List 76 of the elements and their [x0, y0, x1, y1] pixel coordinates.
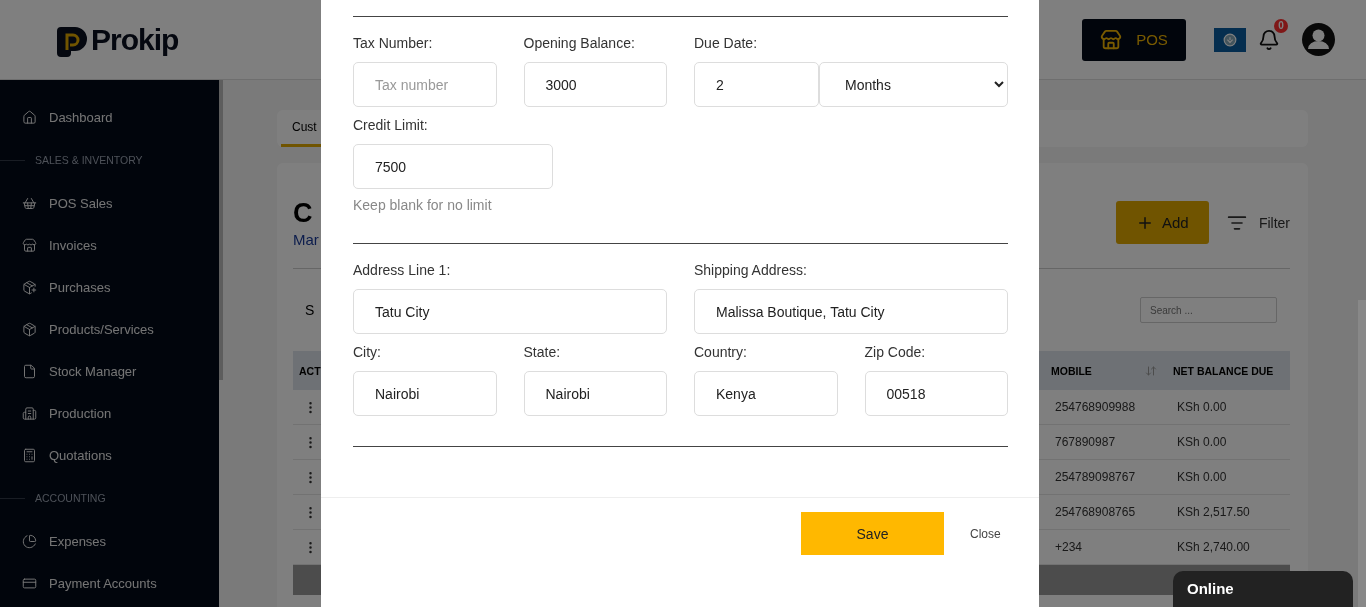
add-button[interactable]: Add — [1115, 201, 1209, 244]
sidebar-item[interactable]: Stock Manager — [0, 350, 219, 392]
field-label: Zip Code: — [864, 344, 927, 361]
table-cell: 767890987 — [1045, 425, 1167, 460]
sidebar-item[interactable]: Invoices — [0, 224, 219, 266]
menu-icon — [22, 533, 37, 549]
menu-icon — [22, 279, 37, 295]
column-title: ACT — [299, 364, 321, 377]
column-title: MOBILE — [1051, 364, 1092, 377]
table-cell: KSh 0.00 — [1167, 460, 1290, 495]
input-field[interactable]: 7500 — [353, 144, 553, 189]
sidebar-item[interactable]: POS Sales — [0, 182, 219, 224]
table-cell: KSh 0.00 — [1167, 425, 1290, 460]
input-field[interactable]: Tatu City — [353, 289, 667, 334]
sidebar-item[interactable]: Purchases — [0, 266, 219, 308]
sidebar-item[interactable]: Production — [0, 392, 219, 434]
store-icon — [1100, 28, 1123, 51]
sidebar-item[interactable]: Payment Accounts — [0, 562, 219, 604]
menu-icon — [22, 405, 37, 421]
input-field[interactable]: Tax number — [353, 62, 497, 107]
menu-icon — [22, 237, 37, 253]
chat-status-tab[interactable]: Online — [1173, 571, 1353, 607]
menu-icon — [22, 321, 37, 337]
section-heading: SALES & INVENTORY — [35, 154, 143, 166]
section-heading: ACCOUNTING — [35, 492, 106, 504]
close-button[interactable]: Close — [964, 525, 1007, 542]
input-field[interactable]: 3000 — [523, 62, 667, 107]
search-field[interactable]: Search ... — [1140, 297, 1277, 323]
page-title: C — [293, 197, 314, 229]
download-button[interactable] — [1214, 27, 1246, 52]
sort-icon — [1145, 364, 1157, 377]
filter-button[interactable]: Filter — [1220, 212, 1290, 233]
due-date-field[interactable]: 2 — [694, 62, 819, 107]
column-title: NET BALANCE DUE — [1173, 364, 1274, 377]
table-cell: 254789098767 — [1045, 460, 1167, 495]
show-label: S — [305, 302, 315, 318]
field-label: Tax Number: — [353, 35, 434, 52]
input-field[interactable]: Kenya — [694, 371, 838, 416]
sidebar-item[interactable]: Products/Services — [0, 308, 219, 350]
table-cell: KSh 0.00 — [1167, 390, 1290, 425]
column-header[interactable]: NET BALANCE DUE — [1167, 351, 1290, 390]
field-label: Country: — [694, 344, 748, 361]
table-cell: 254768908765 — [1045, 495, 1167, 530]
scrollbar[interactable] — [219, 80, 223, 380]
duration-unit-select[interactable]: Months — [819, 62, 1008, 107]
download-icon — [1223, 32, 1237, 47]
table-cell: KSh 2,517.50 — [1167, 495, 1290, 530]
sidebar-item[interactable]: Quotations — [0, 434, 219, 476]
page-subtitle: Mar — [293, 230, 319, 248]
menu-icon — [22, 575, 37, 591]
field-label: Shipping Address: — [694, 262, 808, 279]
input-field[interactable]: Malissa Boutique, Tatu City — [694, 289, 1008, 334]
field-label: Opening Balance: — [523, 35, 636, 52]
column-header[interactable]: MOBILE — [1045, 351, 1167, 390]
menu-icon — [22, 195, 37, 211]
logo-text: Prokip — [91, 22, 179, 57]
input-field[interactable]: 00518 — [864, 371, 1008, 416]
pos-button[interactable]: POS — [1082, 18, 1186, 61]
field-label: State: — [523, 344, 562, 361]
input-field[interactable]: Nairobi — [353, 371, 497, 416]
save-button[interactable]: Save — [801, 512, 944, 555]
field-label: City: — [353, 344, 382, 361]
bell-icon[interactable] — [1258, 28, 1280, 51]
sidebar-item[interactable]: Dashboard — [0, 96, 219, 138]
input-field[interactable]: Nairobi — [523, 371, 667, 416]
sidebar-item[interactable]: Expenses — [0, 520, 219, 562]
field-label: Due Date: — [694, 35, 759, 52]
avatar-icon[interactable] — [1302, 23, 1335, 56]
menu-icon — [22, 109, 37, 125]
menu-icon — [22, 447, 37, 463]
notification-badge: 0 — [1274, 18, 1288, 33]
table-cell: 254768909988 — [1045, 390, 1167, 425]
field-label: Credit Limit: — [353, 117, 429, 134]
field-hint: Keep blank for no limit — [353, 197, 493, 213]
field-label: Address Line 1: — [353, 262, 452, 279]
menu-icon — [22, 363, 37, 379]
